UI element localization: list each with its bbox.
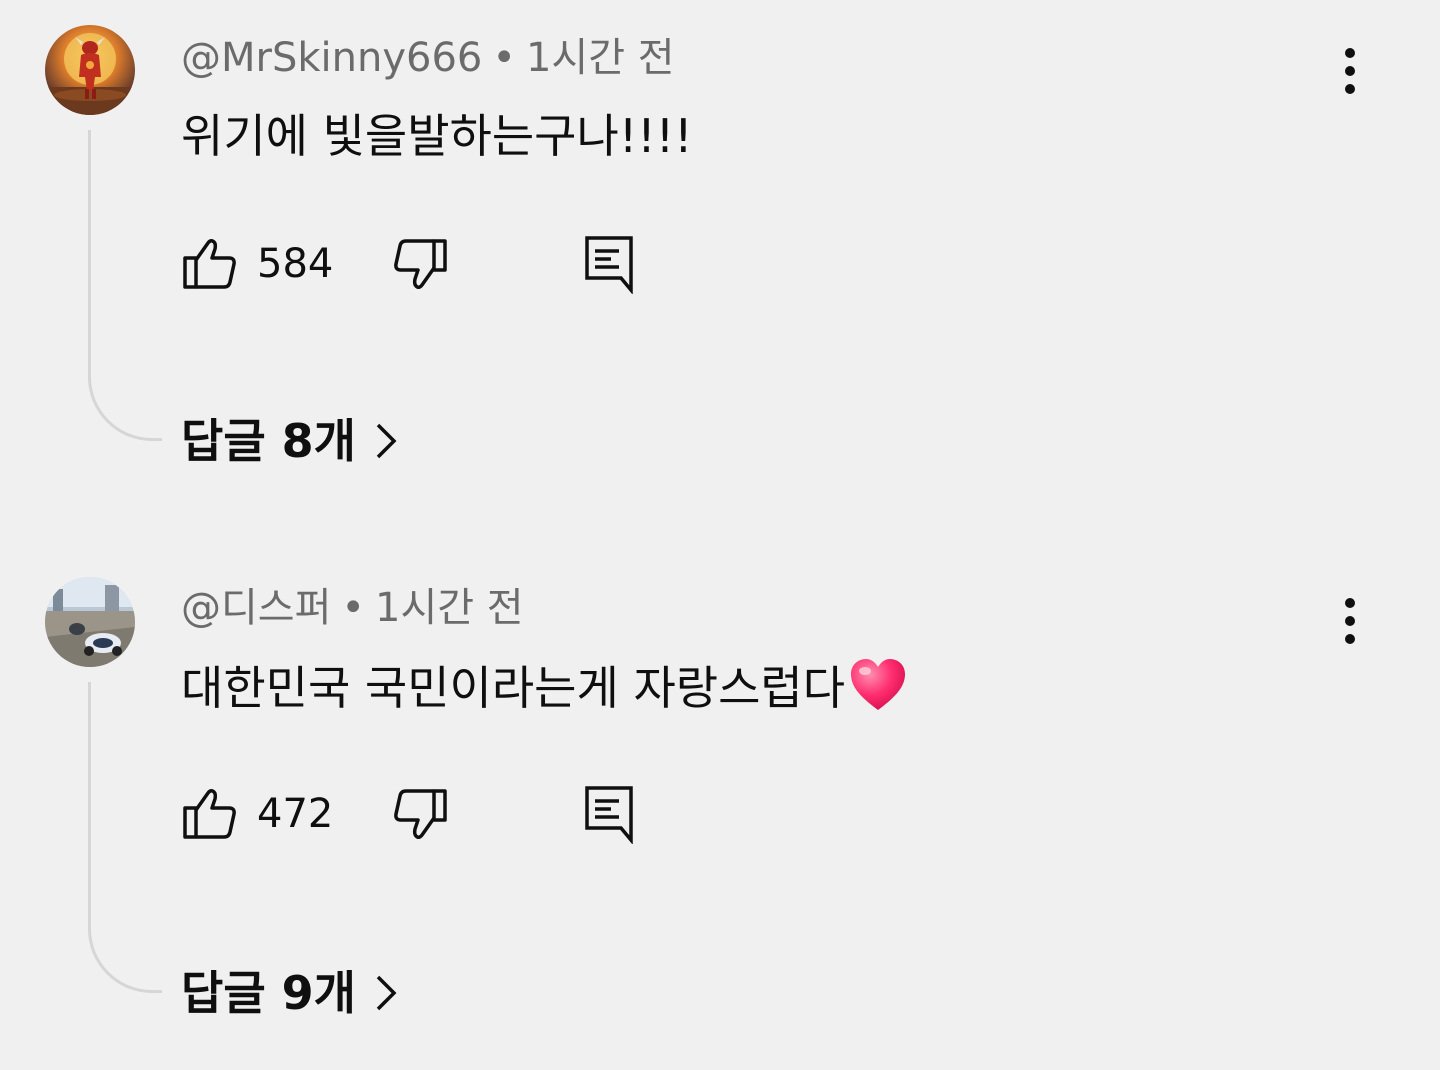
- bull-warrior-avatar-icon: [45, 25, 135, 115]
- heart-emoji-icon: [849, 658, 907, 724]
- meta-separator: •: [492, 35, 516, 81]
- thumbs-up-icon: [183, 788, 236, 839]
- more-options-button[interactable]: [1330, 40, 1370, 100]
- comment-1: @MrSkinny666•1시간 전 위기에 빛을발하는구나!!!! 584: [0, 0, 1440, 535]
- dislike-button[interactable]: [389, 234, 449, 294]
- view-replies-button[interactable]: 답글 8개: [181, 413, 398, 473]
- comment-meta: @MrSkinny666 • 1시간 전: [181, 34, 675, 82]
- avatar[interactable]: [45, 25, 135, 115]
- comment-2: @디스퍼 • 1시간 전 대한민국 국민이라는게 자랑스럽다 472 답글 9개: [0, 550, 1440, 1070]
- like-button[interactable]: [181, 784, 241, 844]
- street-bikes-avatar-icon: [45, 577, 135, 667]
- comment-time: 1시간 전: [525, 35, 675, 81]
- more-vertical-icon: [1345, 598, 1355, 644]
- comment-text: 위기에 빛을발하는구나!!!!: [181, 109, 693, 163]
- replies-label: 답글 8개: [181, 414, 356, 468]
- like-button[interactable]: [181, 234, 241, 294]
- thread-line: [88, 682, 162, 993]
- dislike-button[interactable]: [389, 784, 449, 844]
- more-vertical-icon: [1345, 48, 1355, 94]
- thumbs-down-icon: [394, 239, 447, 290]
- avatar[interactable]: [45, 577, 135, 667]
- comment-text: 대한민국 국민이라는게 자랑스럽다: [181, 658, 907, 724]
- reply-button[interactable]: [581, 784, 641, 845]
- replies-label: 답글 9개: [181, 966, 356, 1020]
- thread-line: [88, 130, 162, 441]
- more-options-button[interactable]: [1330, 590, 1370, 650]
- comment-time: 1시간 전: [375, 585, 524, 631]
- meta-separator: •: [341, 585, 365, 631]
- like-count: 584: [257, 241, 334, 287]
- reply-comment-icon: [585, 786, 633, 845]
- thumbs-up-icon: [183, 238, 236, 289]
- chevron-right-icon: [374, 417, 398, 473]
- comment-meta: @디스퍼 • 1시간 전: [181, 584, 524, 632]
- chevron-right-icon: [374, 969, 398, 1025]
- author-name[interactable]: @디스퍼: [181, 585, 331, 631]
- thumbs-down-icon: [394, 789, 447, 840]
- view-replies-button[interactable]: 답글 9개: [181, 965, 398, 1025]
- author-name[interactable]: @MrSkinny666: [181, 35, 482, 81]
- reply-button[interactable]: [581, 234, 641, 295]
- reply-comment-icon: [585, 236, 633, 295]
- like-count: 472: [257, 791, 334, 837]
- comment-text-content: 대한민국 국민이라는게 자랑스럽다: [181, 661, 846, 715]
